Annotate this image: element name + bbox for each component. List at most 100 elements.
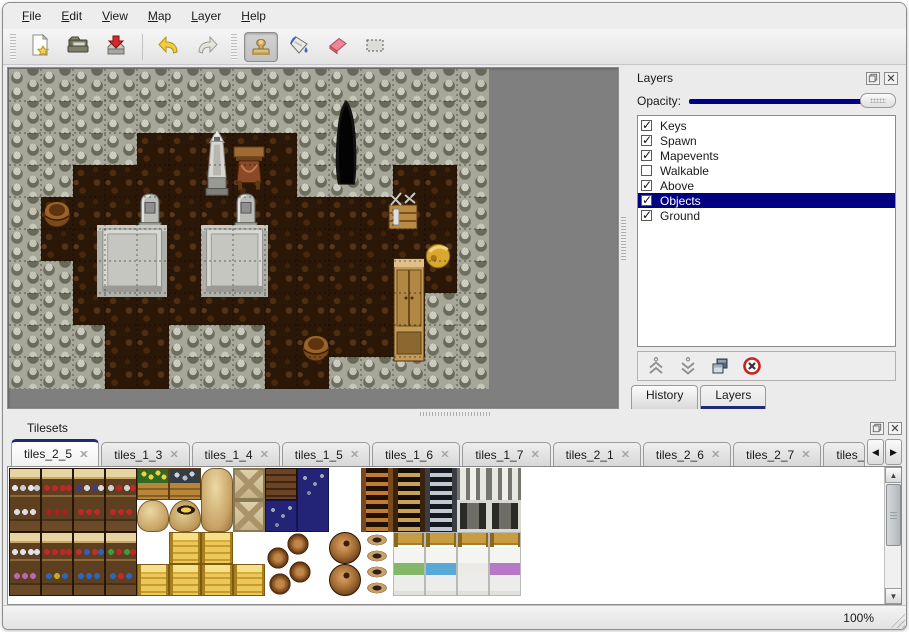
scroll-tabs-right-button[interactable]: ▶ bbox=[885, 439, 902, 465]
crate-flowers[interactable] bbox=[137, 468, 169, 500]
ladder-gray[interactable] bbox=[425, 468, 457, 532]
vertical-splitter[interactable] bbox=[619, 67, 629, 409]
layer-row-mapevents[interactable]: Mapevents bbox=[638, 148, 895, 163]
map-canvas[interactable] bbox=[9, 69, 489, 389]
clay-pots[interactable] bbox=[361, 532, 393, 596]
tileset-tab-tiles_1_5[interactable]: tiles_1_5✕ bbox=[282, 442, 370, 466]
eraser-tool-button[interactable] bbox=[320, 32, 354, 62]
close-tab-icon[interactable]: ✕ bbox=[711, 448, 720, 461]
layer-row-walkable[interactable]: Walkable bbox=[638, 163, 895, 178]
close-tab-icon[interactable]: ✕ bbox=[169, 448, 178, 461]
stone-doorway[interactable] bbox=[489, 468, 521, 532]
menu-view[interactable]: View bbox=[93, 6, 137, 26]
navy-box[interactable] bbox=[265, 500, 297, 532]
scrollbar-thumb[interactable] bbox=[886, 484, 901, 546]
tileset-tab-tiles_2_1[interactable]: tiles_2_1✕ bbox=[553, 442, 641, 466]
select-tool-button[interactable] bbox=[358, 32, 392, 62]
layer-visibility-checkbox[interactable] bbox=[641, 120, 652, 131]
close-panel-button[interactable] bbox=[884, 72, 898, 85]
stamp-tool-button[interactable] bbox=[244, 32, 278, 62]
close-tab-icon[interactable]: ✕ bbox=[79, 448, 88, 461]
undo-button[interactable] bbox=[152, 32, 186, 62]
layer-visibility-checkbox[interactable] bbox=[641, 180, 652, 191]
shelf-gray-jars[interactable] bbox=[105, 468, 137, 532]
save-file-button[interactable] bbox=[99, 32, 133, 62]
tileset-tab-tiles_1_3[interactable]: tiles_1_3✕ bbox=[101, 442, 189, 466]
menu-map[interactable]: Map bbox=[139, 6, 180, 26]
close-tab-icon[interactable]: ✕ bbox=[530, 448, 539, 461]
tileset-view[interactable]: ▲ ▼ bbox=[7, 466, 902, 605]
sack-open[interactable] bbox=[169, 500, 201, 532]
sack[interactable] bbox=[137, 500, 169, 532]
crate-yellow[interactable] bbox=[201, 564, 233, 596]
resize-grip[interactable] bbox=[890, 613, 905, 628]
crate-yellow[interactable] bbox=[233, 564, 265, 596]
layer-visibility-checkbox[interactable] bbox=[641, 150, 652, 161]
tileset-tab-tiles_2_5[interactable]: tiles_2_5✕ bbox=[11, 439, 99, 466]
fill-tool-button[interactable] bbox=[282, 32, 316, 62]
menu-edit[interactable]: Edit bbox=[52, 6, 91, 26]
close-tab-icon[interactable]: ✕ bbox=[801, 448, 810, 461]
barrel-pile[interactable] bbox=[265, 532, 313, 596]
tileset-tab-tiles_1_7[interactable]: tiles_1_7✕ bbox=[462, 442, 550, 466]
shelf-bottles[interactable] bbox=[41, 532, 73, 596]
layer-row-keys[interactable]: Keys bbox=[638, 118, 895, 133]
bed-green[interactable] bbox=[393, 532, 425, 596]
open-file-button[interactable] bbox=[61, 32, 95, 62]
crate-yellow[interactable] bbox=[201, 532, 233, 564]
crate-yellow[interactable] bbox=[137, 564, 169, 596]
menu-file[interactable]: File bbox=[13, 6, 50, 26]
scroll-tabs-left-button[interactable]: ◀ bbox=[867, 439, 884, 465]
tileset-tab-tiles_2_7[interactable]: tiles_2_7✕ bbox=[733, 442, 821, 466]
close-tab-icon[interactable]: ✕ bbox=[621, 448, 630, 461]
crate-light[interactable] bbox=[233, 468, 265, 500]
scroll-up-button[interactable]: ▲ bbox=[885, 467, 902, 483]
close-tab-icon[interactable]: ✕ bbox=[260, 448, 269, 461]
layer-row-objects[interactable]: Objects bbox=[638, 193, 895, 208]
crate-light[interactable] bbox=[233, 500, 265, 532]
sack-tall[interactable] bbox=[201, 468, 233, 532]
scroll-down-button[interactable]: ▼ bbox=[885, 588, 902, 604]
menu-help[interactable]: Help bbox=[232, 6, 275, 26]
bed-blue[interactable] bbox=[425, 532, 457, 596]
barrel[interactable] bbox=[329, 564, 361, 596]
layer-row-above[interactable]: Above bbox=[638, 178, 895, 193]
lower-layer-button[interactable] bbox=[678, 356, 698, 376]
tab-history[interactable]: History bbox=[631, 385, 698, 409]
bed-white[interactable] bbox=[457, 532, 489, 596]
float-panel-button[interactable] bbox=[866, 72, 880, 85]
ladder-brown[interactable] bbox=[361, 468, 393, 532]
tileset-tab-tiles_1_6[interactable]: tiles_1_6✕ bbox=[372, 442, 460, 466]
layer-visibility-checkbox[interactable] bbox=[641, 195, 652, 206]
layer-row-ground[interactable]: Ground bbox=[638, 208, 895, 223]
stone-doorway[interactable] bbox=[457, 468, 489, 532]
opacity-slider-handle[interactable] bbox=[860, 93, 896, 108]
shelf-bottles[interactable] bbox=[73, 532, 105, 596]
shelf-dishes[interactable] bbox=[9, 468, 41, 532]
crate-fish[interactable] bbox=[169, 468, 201, 500]
shelf-bottles[interactable] bbox=[105, 532, 137, 596]
tileset-tab-tiles_1_4[interactable]: tiles_1_4✕ bbox=[192, 442, 280, 466]
shelf-jars[interactable] bbox=[9, 532, 41, 596]
crate-yellow[interactable] bbox=[169, 564, 201, 596]
crate-dark[interactable] bbox=[265, 468, 297, 500]
float-panel-button[interactable] bbox=[870, 422, 884, 435]
new-file-button[interactable] bbox=[23, 32, 57, 62]
close-tab-icon[interactable]: ✕ bbox=[440, 448, 449, 461]
shelf-blue-jars[interactable] bbox=[73, 468, 105, 532]
layer-row-spawn[interactable]: Spawn bbox=[638, 133, 895, 148]
raise-layer-button[interactable] bbox=[646, 356, 666, 376]
layer-visibility-checkbox[interactable] bbox=[641, 210, 652, 221]
barrel[interactable] bbox=[329, 532, 361, 564]
shelf-red-bottles[interactable] bbox=[41, 468, 73, 532]
tileset-tab-tiles_2_6[interactable]: tiles_2_6✕ bbox=[643, 442, 731, 466]
menu-layer[interactable]: Layer bbox=[182, 6, 230, 26]
close-tab-icon[interactable]: ✕ bbox=[350, 448, 359, 461]
navy-box[interactable] bbox=[297, 468, 329, 532]
horizontal-splitter[interactable] bbox=[3, 409, 906, 418]
ladder-dark[interactable] bbox=[393, 468, 425, 532]
redo-button[interactable] bbox=[190, 32, 224, 62]
tab-layers[interactable]: Layers bbox=[700, 385, 766, 409]
close-panel-button[interactable] bbox=[888, 422, 902, 435]
layer-visibility-checkbox[interactable] bbox=[641, 135, 652, 146]
